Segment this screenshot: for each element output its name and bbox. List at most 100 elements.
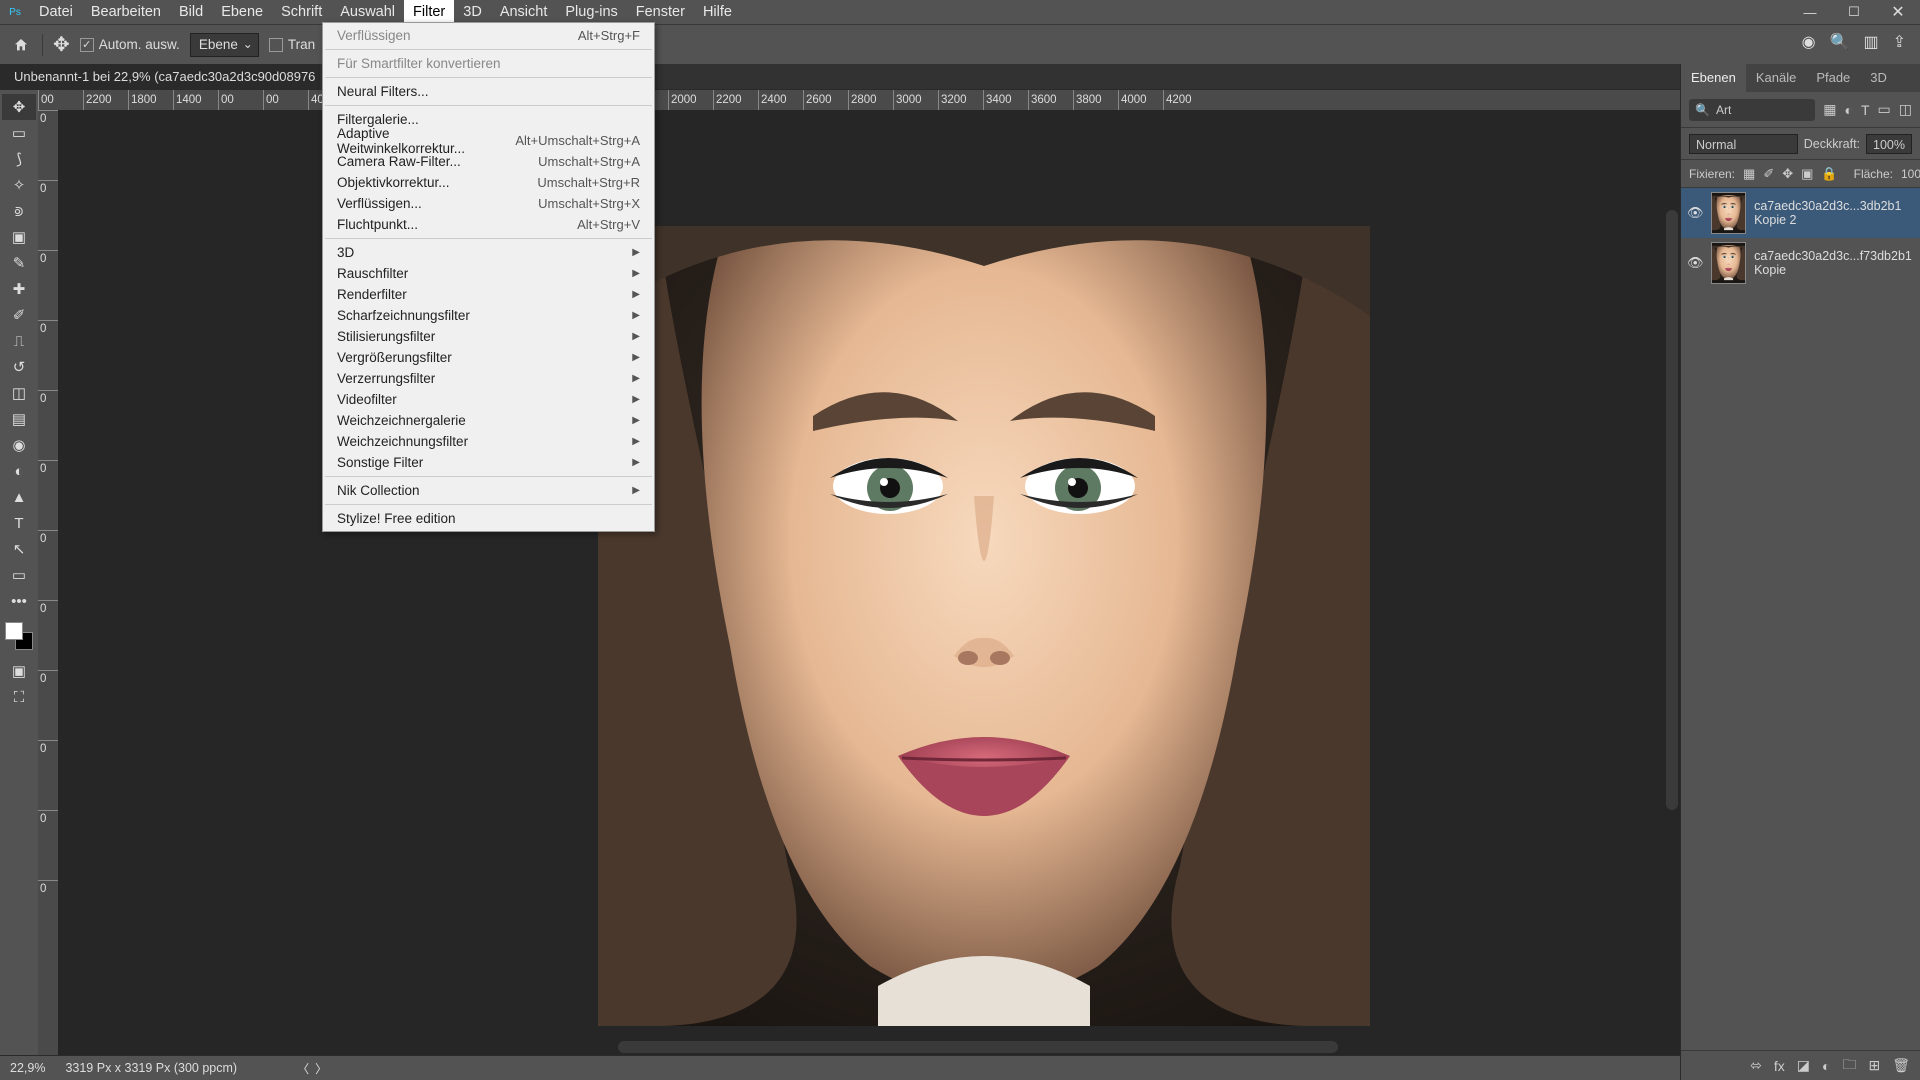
home-icon[interactable] — [10, 34, 32, 56]
menu-schrift[interactable]: Schrift — [272, 0, 331, 24]
filter-item-stilisierungsfilter[interactable]: Stilisierungsfilter▶ — [323, 326, 654, 347]
marquee-tool[interactable]: ▭ — [2, 120, 36, 146]
filter-item-verfl-ssigen-[interactable]: Verflüssigen...Umschalt+Strg+X — [323, 193, 654, 214]
stamp-tool[interactable]: ⎍ — [2, 328, 36, 354]
panel-tab-ebenen[interactable]: Ebenen — [1681, 64, 1746, 92]
share-icon[interactable]: ⇪ — [1893, 32, 1906, 52]
blur-tool[interactable]: ◉ — [2, 432, 36, 458]
menu-3d[interactable]: 3D — [454, 0, 491, 24]
scrollbar-horizontal[interactable] — [618, 1041, 1338, 1053]
lock-pixels-icon[interactable]: ▦ — [1743, 166, 1755, 182]
quick-mask[interactable]: ▣ — [2, 658, 36, 684]
crop-tool[interactable]: ⟄ — [2, 198, 36, 224]
new-layer-icon[interactable]: ⊞ — [1868, 1057, 1880, 1074]
search-icon[interactable]: 🔍 — [1830, 32, 1850, 52]
move-tool-icon[interactable]: ✥ — [53, 32, 70, 57]
filter-item-3d[interactable]: 3D▶ — [323, 242, 654, 263]
healing-tool[interactable]: ✚ — [2, 276, 36, 302]
filter-item-objektivkorrektur-[interactable]: Objektivkorrektur...Umschalt+Strg+R — [323, 172, 654, 193]
menu-hilfe[interactable]: Hilfe — [694, 0, 741, 24]
doc-info[interactable]: 3319 Px x 3319 Px (300 ppcm) — [65, 1061, 237, 1075]
fill-value[interactable]: 100% — [1901, 167, 1920, 181]
ruler-vertical[interactable]: 000000000000 — [38, 110, 58, 1055]
group-icon[interactable]: 🗀 — [1842, 1054, 1856, 1078]
lock-artboard-icon[interactable]: ▣ — [1801, 166, 1813, 182]
zoom-value[interactable]: 22,9% — [10, 1061, 45, 1075]
document-tab[interactable]: Unbenannt-1 bei 22,9% (ca7aedc30a2d3c90d… — [0, 64, 320, 90]
layer-visibility-icon[interactable]: 👁 — [1687, 255, 1703, 271]
auto-select-target[interactable]: Ebene — [190, 33, 259, 57]
canvas[interactable] — [58, 110, 1680, 1055]
eraser-tool[interactable]: ◫ — [2, 380, 36, 406]
filter-item-weichzeichnungsfilter[interactable]: Weichzeichnungsfilter▶ — [323, 431, 654, 452]
layer-row[interactable]: 👁 — [1681, 188, 1920, 238]
link-layers-icon[interactable]: ⬄ — [1750, 1057, 1762, 1074]
path-tool[interactable]: ↖ — [2, 536, 36, 562]
opacity-value[interactable]: 100% — [1866, 134, 1912, 154]
layer-row[interactable]: 👁 — [1681, 238, 1920, 288]
ruler-horizontal[interactable]: 0022001800140000004006008001000120014001… — [38, 90, 1680, 110]
filter-item-stylize-free-edition[interactable]: Stylize! Free edition — [323, 508, 654, 529]
filter-smart-icon[interactable]: ◫ — [1899, 101, 1912, 118]
foreground-color[interactable] — [5, 622, 23, 640]
frame-tool[interactable]: ▣ — [2, 224, 36, 250]
layer-search[interactable]: 🔍 Art — [1689, 99, 1815, 121]
move-tool[interactable]: ✥ — [2, 94, 36, 120]
pen-tool[interactable]: ▲ — [2, 484, 36, 510]
type-tool[interactable]: T — [2, 510, 36, 536]
layer-style-icon[interactable]: fx — [1774, 1058, 1785, 1074]
panel-tab-kanäle[interactable]: Kanäle — [1746, 64, 1806, 92]
brush-tool[interactable]: ✐ — [2, 302, 36, 328]
scrollbar-vertical[interactable] — [1666, 210, 1678, 810]
auto-select-checkbox[interactable]: ✓Autom. ausw. — [80, 37, 180, 52]
menu-plug-ins[interactable]: Plug-ins — [556, 0, 626, 24]
layer-mask-icon[interactable]: ◪ — [1797, 1057, 1810, 1074]
lasso-tool[interactable]: ⟆ — [2, 146, 36, 172]
lock-brush-icon[interactable]: ✐ — [1763, 166, 1774, 182]
screen-mode[interactable]: ⛶ — [2, 684, 36, 710]
menu-fenster[interactable]: Fenster — [627, 0, 694, 24]
menu-bild[interactable]: Bild — [170, 0, 212, 24]
filter-item-scharfzeichnungsfilter[interactable]: Scharfzeichnungsfilter▶ — [323, 305, 654, 326]
workspace-icon[interactable]: ▥ — [1863, 32, 1878, 52]
history-brush-tool[interactable]: ↺ — [2, 354, 36, 380]
filter-item-neural-filters-[interactable]: Neural Filters... — [323, 81, 654, 102]
panel-tab-3d[interactable]: 3D — [1860, 64, 1897, 92]
blend-mode-select[interactable]: Normal — [1689, 134, 1798, 154]
filter-item-fluchtpunkt-[interactable]: Fluchtpunkt...Alt+Strg+V — [323, 214, 654, 235]
filter-item-adaptive-weitwinkelkorrektur-[interactable]: Adaptive Weitwinkelkorrektur...Alt+Umsch… — [323, 130, 654, 151]
magic-wand-tool[interactable]: ✧ — [2, 172, 36, 198]
more-tools[interactable]: ••• — [2, 588, 36, 614]
filter-type-icon[interactable]: T — [1861, 102, 1870, 118]
gradient-tool[interactable]: ▤ — [2, 406, 36, 432]
status-nav[interactable]: 〈〉 — [297, 1060, 327, 1077]
maximize-button[interactable]: ☐ — [1832, 0, 1876, 24]
adjustment-layer-icon[interactable]: ◐ — [1822, 1058, 1830, 1074]
menu-datei[interactable]: Datei — [30, 0, 82, 24]
menu-ebene[interactable]: Ebene — [212, 0, 272, 24]
menu-ansicht[interactable]: Ansicht — [491, 0, 557, 24]
lock-all-icon[interactable]: 🔒 — [1821, 166, 1837, 182]
filter-item-nik-collection[interactable]: Nik Collection▶ — [323, 480, 654, 501]
shape-tool[interactable]: ▭ — [2, 562, 36, 588]
filter-item-verzerrungsfilter[interactable]: Verzerrungsfilter▶ — [323, 368, 654, 389]
lock-position-icon[interactable]: ✥ — [1782, 166, 1793, 182]
menu-filter[interactable]: Filter — [404, 0, 454, 24]
panel-tab-pfade[interactable]: Pfade — [1806, 64, 1860, 92]
delete-layer-icon[interactable]: 🗑 — [1892, 1057, 1910, 1074]
menu-bearbeiten[interactable]: Bearbeiten — [82, 0, 170, 24]
filter-shape-icon[interactable]: ▭ — [1878, 101, 1891, 118]
dodge-tool[interactable]: ◐ — [2, 458, 36, 484]
filter-item-videofilter[interactable]: Videofilter▶ — [323, 389, 654, 410]
filter-pixel-icon[interactable]: ▦ — [1823, 101, 1836, 118]
menu-auswahl[interactable]: Auswahl — [331, 0, 404, 24]
color-swatches[interactable] — [5, 622, 33, 650]
transform-controls-checkbox[interactable]: Tran — [269, 37, 315, 52]
filter-item-vergr-erungsfilter[interactable]: Vergrößerungsfilter▶ — [323, 347, 654, 368]
eyedropper-tool[interactable]: ✎ — [2, 250, 36, 276]
filter-item-renderfilter[interactable]: Renderfilter▶ — [323, 284, 654, 305]
cloud-icon[interactable]: ◉ — [1802, 32, 1816, 52]
filter-adjust-icon[interactable]: ◐ — [1845, 102, 1853, 118]
filter-item-sonstige-filter[interactable]: Sonstige Filter▶ — [323, 452, 654, 473]
layer-visibility-icon[interactable]: 👁 — [1687, 205, 1703, 221]
